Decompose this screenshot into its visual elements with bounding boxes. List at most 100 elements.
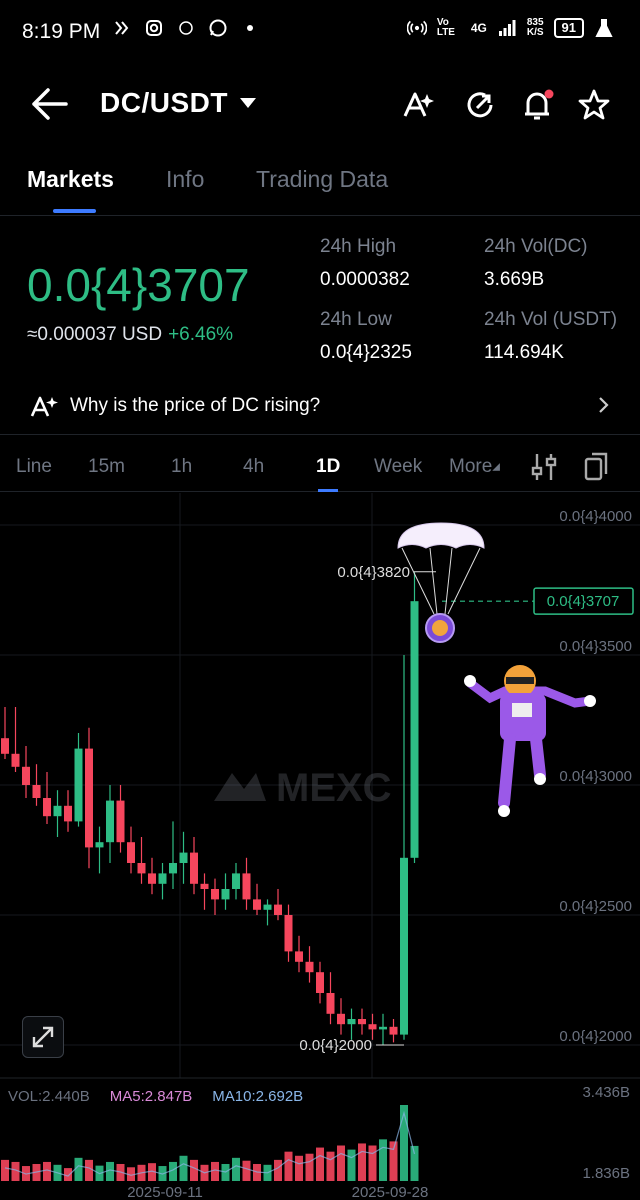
current-price-tag-text: 0.0{4}3707 bbox=[547, 593, 620, 610]
candle bbox=[158, 863, 167, 900]
candle bbox=[64, 790, 72, 832]
volume-bar bbox=[43, 1161, 51, 1181]
candle-body bbox=[64, 805, 72, 822]
interval-15m[interactable]: 15m bbox=[88, 456, 125, 478]
vol-dc-value: 3.669B bbox=[484, 269, 545, 290]
tab-markets[interactable]: Markets bbox=[27, 166, 114, 193]
candle bbox=[95, 826, 104, 874]
interval-bar: Line 15m 1h 4h 1D Week More◢ bbox=[0, 444, 640, 492]
bell-icon[interactable] bbox=[520, 88, 554, 122]
volume-bar bbox=[190, 1159, 198, 1181]
candle-body bbox=[43, 798, 51, 817]
divider bbox=[0, 434, 640, 435]
system-icons: Vo LTE 4G 835 K/S 91 bbox=[406, 18, 614, 38]
instagram-icon bbox=[144, 18, 164, 38]
volume-bar bbox=[284, 1151, 293, 1181]
candle bbox=[169, 821, 177, 889]
more-caret-icon: ◢ bbox=[492, 461, 500, 473]
tab-trading-data[interactable]: Trading Data bbox=[256, 166, 388, 193]
candle-body bbox=[347, 1019, 356, 1025]
interval-4h[interactable]: 4h bbox=[243, 456, 264, 478]
astronaut-dog-mascot bbox=[464, 665, 596, 817]
interval-week[interactable]: Week bbox=[374, 456, 422, 478]
top-tabs: Markets Info Trading Data bbox=[0, 160, 640, 216]
candle-body bbox=[221, 889, 230, 900]
active-tab-indicator bbox=[53, 209, 96, 213]
candle-body bbox=[284, 915, 293, 952]
caret-down-icon[interactable] bbox=[240, 98, 256, 108]
candle-body bbox=[179, 852, 188, 863]
volume-bars bbox=[1, 1105, 419, 1181]
volume-bar bbox=[368, 1145, 377, 1181]
candle-body bbox=[400, 857, 408, 1035]
signal-icon bbox=[497, 18, 517, 38]
candle bbox=[400, 655, 408, 1040]
candle-body bbox=[137, 863, 146, 874]
star-icon[interactable] bbox=[577, 88, 611, 122]
volume-bar bbox=[211, 1161, 219, 1181]
ma10-value: MA10:2.692B bbox=[212, 1088, 304, 1105]
volume-bar bbox=[232, 1157, 240, 1181]
candle-body bbox=[148, 873, 156, 884]
volume-bar bbox=[358, 1143, 366, 1181]
interval-line[interactable]: Line bbox=[16, 456, 52, 478]
media-icon bbox=[112, 18, 132, 38]
volume-bar bbox=[316, 1147, 324, 1181]
interval-1h[interactable]: 1h bbox=[171, 456, 192, 478]
vol-dc-label: 24h Vol(DC) bbox=[484, 236, 588, 257]
candle-body bbox=[379, 1026, 387, 1030]
volume-bar bbox=[242, 1160, 251, 1181]
candle bbox=[389, 1019, 398, 1043]
candle-body bbox=[22, 766, 30, 785]
candle-body bbox=[232, 873, 240, 889]
candle bbox=[11, 707, 20, 772]
volume-bar bbox=[274, 1159, 282, 1181]
network-label: 4G bbox=[470, 21, 487, 35]
last-price: 0.0{4}3707 bbox=[27, 259, 250, 311]
ai-assist-icon[interactable] bbox=[402, 88, 436, 122]
usd-price: ≈0.000037 USD bbox=[27, 324, 163, 345]
candle bbox=[253, 883, 261, 915]
candle bbox=[274, 889, 282, 921]
y-axis-label: 0.0{4}3500 bbox=[559, 638, 632, 655]
candle-body bbox=[253, 899, 261, 910]
refresh-share-icon[interactable] bbox=[463, 88, 497, 122]
candle bbox=[116, 785, 125, 853]
candle-body bbox=[368, 1024, 377, 1030]
high-value: 0.0000382 bbox=[320, 269, 410, 290]
tab-info[interactable]: Info bbox=[166, 166, 204, 193]
candle-body bbox=[389, 1026, 398, 1035]
chevron-right-icon bbox=[599, 397, 609, 413]
flask-icon bbox=[594, 18, 614, 38]
candle bbox=[43, 772, 51, 824]
candle bbox=[221, 873, 230, 910]
candle bbox=[347, 1008, 356, 1040]
candle bbox=[53, 790, 62, 837]
y-axis-label: 0.0{4}2500 bbox=[559, 898, 632, 915]
candle-body bbox=[295, 951, 303, 962]
volume-bar bbox=[337, 1145, 345, 1181]
candle-body bbox=[32, 785, 41, 798]
candle bbox=[85, 727, 93, 869]
fullscreen-button[interactable] bbox=[22, 1016, 64, 1058]
candle bbox=[232, 863, 240, 900]
indicator-settings-icon[interactable] bbox=[531, 452, 557, 482]
why-rising-banner[interactable]: Why is the price of DC rising? bbox=[0, 384, 640, 430]
candle-body bbox=[190, 852, 198, 884]
copy-layout-icon[interactable] bbox=[583, 450, 611, 482]
low-marker-label: 0.0{4}2000 bbox=[299, 1037, 372, 1054]
vol-usdt-label: 24h Vol (USDT) bbox=[484, 309, 618, 330]
volume-bar bbox=[379, 1139, 387, 1181]
interval-more[interactable]: More◢ bbox=[449, 456, 500, 478]
status-bar: 8:19 PM Vo LTE 4G 835 K/S 91 bbox=[0, 0, 640, 64]
candle-body bbox=[316, 972, 324, 993]
back-button[interactable] bbox=[30, 86, 70, 122]
candle bbox=[263, 899, 272, 926]
pair-title[interactable]: DC/USDT bbox=[100, 87, 228, 119]
hotspot-icon bbox=[406, 18, 427, 38]
candle bbox=[127, 826, 135, 874]
interval-1d[interactable]: 1D bbox=[316, 456, 340, 478]
low-value: 0.0{4}2325 bbox=[320, 342, 412, 363]
dot-icon bbox=[240, 18, 260, 38]
candle bbox=[1, 707, 9, 759]
